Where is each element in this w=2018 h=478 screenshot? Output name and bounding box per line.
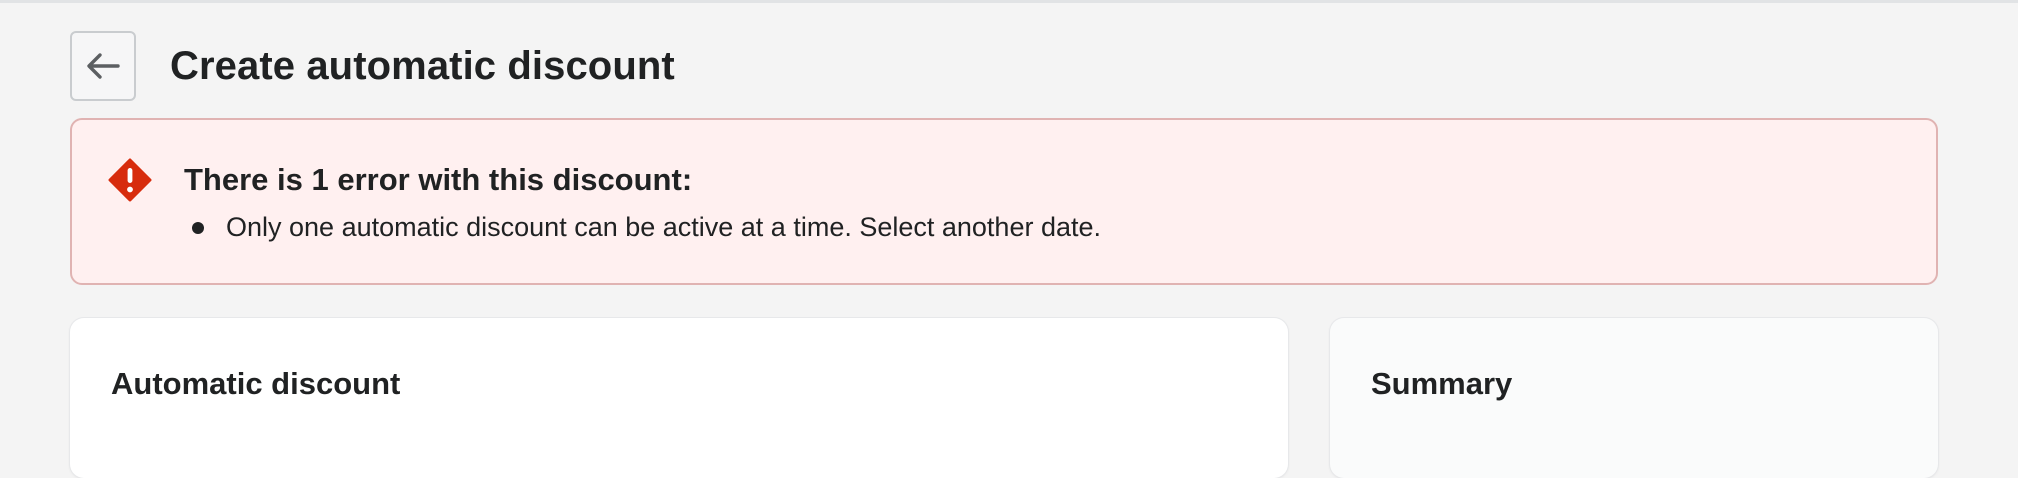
error-diamond-icon — [108, 158, 152, 202]
top-divider — [0, 0, 2018, 3]
page-title: Create automatic discount — [170, 43, 675, 88]
automatic-discount-card-title: Automatic discount — [111, 366, 401, 401]
bullet-icon — [192, 221, 204, 234]
page-header: Create automatic discount — [70, 30, 675, 102]
summary-card-title: Summary — [1371, 366, 1513, 401]
back-button[interactable] — [70, 31, 136, 101]
summary-card: Summary — [1330, 318, 1938, 478]
error-list-item: Only one automatic discount can be activ… — [184, 212, 1101, 243]
error-title: There is 1 error with this discount: — [184, 162, 693, 197]
automatic-discount-card: Automatic discount — [70, 318, 1288, 478]
error-list: Only one automatic discount can be activ… — [184, 212, 1101, 243]
error-message: Only one automatic discount can be activ… — [226, 212, 1102, 242]
arrow-left-icon — [87, 53, 120, 79]
error-banner: There is 1 error with this discount: Onl… — [70, 118, 1938, 285]
